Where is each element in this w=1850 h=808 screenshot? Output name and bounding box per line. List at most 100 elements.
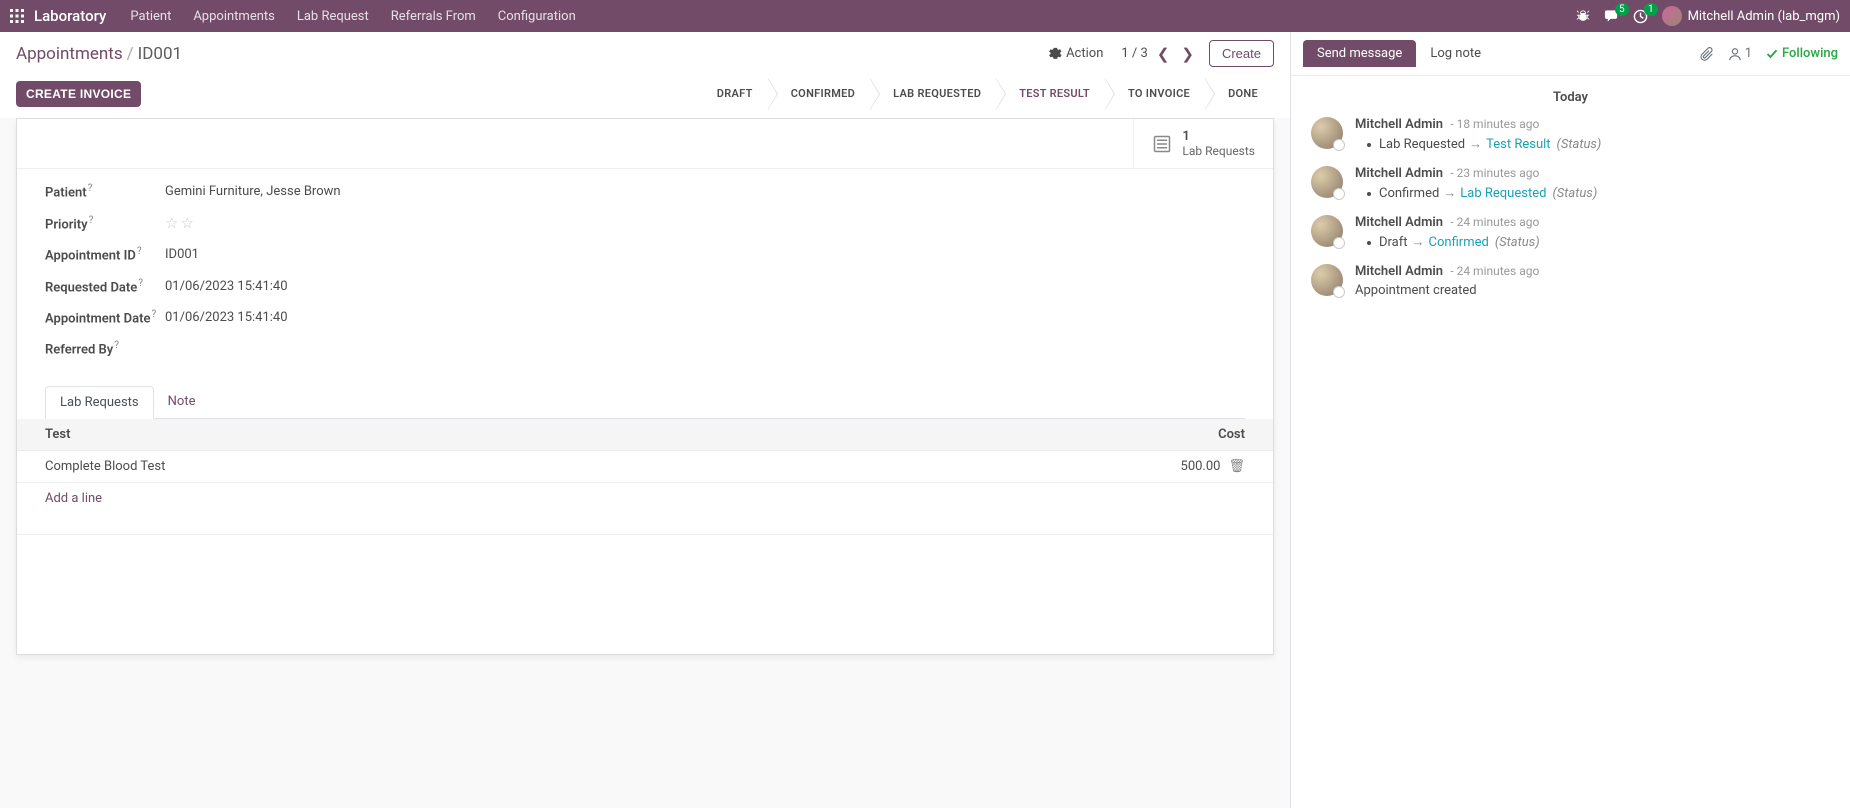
- requested-date-value[interactable]: 01/06/2023 15:41:40: [165, 279, 288, 294]
- track-new[interactable]: Confirmed: [1429, 235, 1489, 250]
- status-lab-requested[interactable]: LAB REQUESTED: [871, 79, 997, 108]
- followers-count: 1: [1745, 46, 1752, 61]
- status-to-invoice[interactable]: TO INVOICE: [1106, 79, 1206, 108]
- appointment-id-value: ID001: [165, 247, 199, 262]
- menu-referrals-from[interactable]: Referrals From: [391, 9, 476, 24]
- cell-test[interactable]: Complete Blood Test: [17, 450, 1123, 482]
- help-icon[interactable]: ?: [151, 309, 156, 320]
- priority-label: Priority: [45, 217, 88, 232]
- user-menu[interactable]: Mitchell Admin (lab_mgm): [1662, 6, 1840, 26]
- menu-configuration[interactable]: Configuration: [498, 9, 576, 24]
- presence-icon: [1333, 237, 1345, 249]
- message-author[interactable]: Mitchell Admin: [1355, 215, 1443, 230]
- message-time: - 24 minutes ago: [1450, 215, 1539, 229]
- main-menu: Patient Appointments Lab Request Referra…: [130, 9, 575, 24]
- status-done[interactable]: DONE: [1206, 79, 1274, 108]
- add-line-link[interactable]: Add a line: [17, 483, 1273, 514]
- user-avatar-icon: [1662, 6, 1682, 26]
- check-icon: [1766, 48, 1778, 60]
- log-note-button[interactable]: Log note: [1416, 40, 1495, 67]
- messages-badge: 5: [1615, 3, 1629, 16]
- track-new[interactable]: Test Result: [1486, 137, 1550, 152]
- message-author[interactable]: Mitchell Admin: [1355, 264, 1443, 279]
- appointment-date-label: Appointment Date: [45, 311, 150, 326]
- referred-by-label: Referred By: [45, 343, 113, 358]
- track-field: (Status): [1557, 137, 1602, 152]
- message-item: Mitchell Admin - 18 minutes ago Lab Requ…: [1311, 117, 1830, 152]
- apps-icon[interactable]: [10, 9, 24, 23]
- menu-appointments[interactable]: Appointments: [193, 9, 275, 24]
- message-item: Mitchell Admin - 24 minutes ago Draft→Co…: [1311, 215, 1830, 250]
- chatter-body: Today Mitchell Admin - 18 minutes ago La…: [1291, 76, 1850, 808]
- message-item: Mitchell Admin - 23 minutes ago Confirme…: [1311, 166, 1830, 201]
- chatter-panel: Send message Log note 1 Following To: [1290, 32, 1850, 808]
- chatter-topbar: Send message Log note 1 Following: [1291, 32, 1850, 76]
- presence-icon: [1333, 286, 1345, 298]
- breadcrumb-root[interactable]: Appointments: [16, 44, 123, 64]
- activities-icon[interactable]: 1: [1633, 9, 1648, 24]
- help-icon[interactable]: ?: [89, 215, 94, 226]
- status-confirmed[interactable]: CONFIRMED: [769, 79, 871, 108]
- menu-lab-request[interactable]: Lab Request: [297, 9, 369, 24]
- stat-label: Lab Requests: [1182, 144, 1255, 158]
- message-item: Mitchell Admin - 24 minutes ago Appointm…: [1311, 264, 1830, 298]
- requested-date-label: Requested Date: [45, 280, 137, 295]
- pager-prev-icon[interactable]: ❮: [1154, 45, 1173, 63]
- message-time: - 23 minutes ago: [1450, 166, 1539, 180]
- main-panel: Appointments/ID001 Action 1 / 3 ❮ ❯ Crea…: [0, 32, 1290, 808]
- messages-icon[interactable]: 5: [1604, 9, 1619, 23]
- help-icon[interactable]: ?: [138, 278, 143, 289]
- form-sheet: 1 Lab Requests Patient? Gemini Furniture…: [16, 118, 1274, 655]
- gear-icon: [1049, 47, 1062, 60]
- message-time: - 24 minutes ago: [1450, 264, 1539, 278]
- status-bar: DRAFT CONFIRMED LAB REQUESTED TEST RESUL…: [703, 79, 1274, 108]
- patient-value[interactable]: Gemini Furniture, Jesse Brown: [165, 184, 341, 199]
- stat-button-box: 1 Lab Requests: [17, 119, 1273, 169]
- col-test[interactable]: Test: [17, 419, 1123, 451]
- tab-lab-requests[interactable]: Lab Requests: [45, 386, 154, 419]
- track-new[interactable]: Lab Requested: [1460, 186, 1546, 201]
- followers-button[interactable]: 1: [1728, 46, 1752, 61]
- table-row[interactable]: Complete Blood Test 500.00 🗑: [17, 450, 1273, 482]
- menu-patient[interactable]: Patient: [130, 9, 171, 24]
- breadcrumb: Appointments/ID001: [16, 44, 182, 64]
- presence-icon: [1333, 139, 1345, 151]
- message-author[interactable]: Mitchell Admin: [1355, 166, 1443, 181]
- message-time: - 18 minutes ago: [1450, 117, 1539, 131]
- help-icon[interactable]: ?: [137, 246, 142, 257]
- pager-next-icon[interactable]: ❯: [1178, 45, 1197, 63]
- delete-row-icon[interactable]: 🗑: [1228, 459, 1245, 474]
- follow-button[interactable]: Following: [1766, 46, 1838, 61]
- arrow-right-icon: →: [1469, 137, 1482, 152]
- cell-cost[interactable]: 500.00: [1181, 459, 1221, 474]
- help-icon[interactable]: ?: [114, 340, 119, 351]
- presence-icon: [1333, 188, 1345, 200]
- list-icon: [1152, 134, 1172, 154]
- activities-badge: 1: [1644, 3, 1658, 16]
- create-button[interactable]: Create: [1209, 40, 1274, 67]
- action-dropdown[interactable]: Action: [1049, 46, 1103, 61]
- appointment-date-value[interactable]: 01/06/2023 15:41:40: [165, 310, 288, 325]
- stat-count: 1: [1182, 129, 1255, 144]
- send-message-button[interactable]: Send message: [1303, 40, 1416, 67]
- patient-label: Patient: [45, 185, 87, 200]
- control-bar: Appointments/ID001 Action 1 / 3 ❮ ❯ Crea…: [0, 32, 1290, 75]
- col-cost[interactable]: Cost: [1123, 419, 1273, 451]
- arrow-right-icon: →: [1412, 235, 1425, 250]
- pager-count[interactable]: 1 / 3: [1121, 46, 1147, 61]
- debug-icon[interactable]: [1576, 9, 1590, 23]
- chatter-date-header: Today: [1311, 90, 1830, 105]
- attachment-icon[interactable]: [1700, 47, 1714, 61]
- user-label: Mitchell Admin (lab_mgm): [1688, 9, 1840, 24]
- breadcrumb-current: ID001: [138, 44, 182, 64]
- priority-stars[interactable]: ☆☆: [165, 214, 196, 232]
- lab-requests-stat-button[interactable]: 1 Lab Requests: [1133, 119, 1273, 168]
- help-icon[interactable]: ?: [88, 183, 93, 194]
- status-draft[interactable]: DRAFT: [703, 79, 769, 108]
- create-invoice-button[interactable]: CREATE INVOICE: [16, 81, 141, 107]
- status-test-result[interactable]: TEST RESULT: [997, 79, 1106, 108]
- tab-note[interactable]: Note: [154, 386, 210, 418]
- app-brand[interactable]: Laboratory: [34, 7, 106, 25]
- message-author[interactable]: Mitchell Admin: [1355, 117, 1443, 132]
- status-bar-row: CREATE INVOICE DRAFT CONFIRMED LAB REQUE…: [0, 75, 1290, 118]
